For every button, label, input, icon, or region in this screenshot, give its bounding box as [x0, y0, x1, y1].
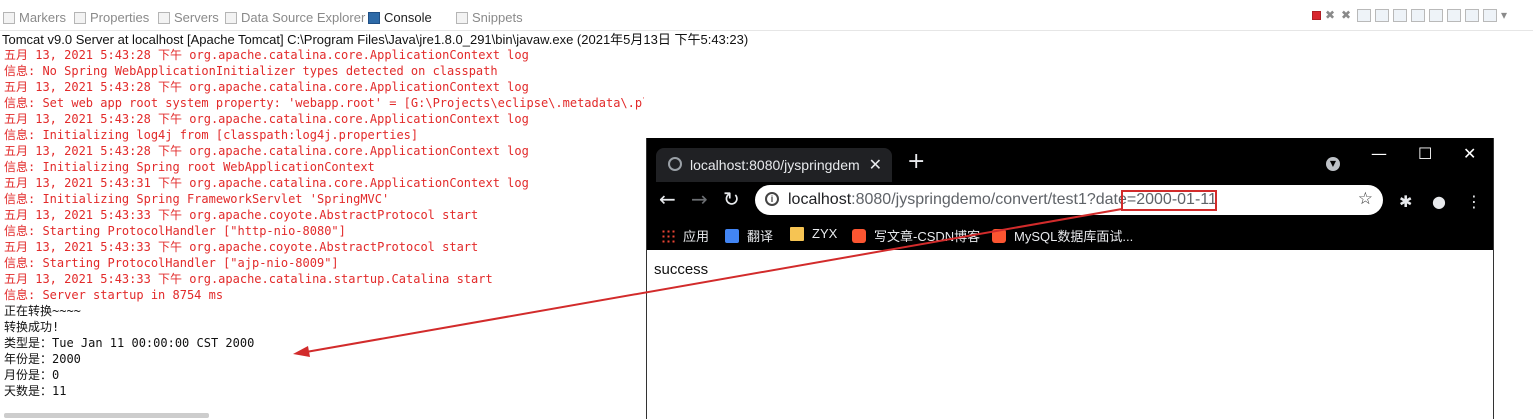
tab-markers[interactable]: Markers — [3, 9, 66, 26]
bookmark-label: 写文章-CSDN博客 — [874, 229, 981, 244]
console-line: 信息: Server startup in 8754 ms — [4, 288, 224, 302]
console-line: 信息: No Spring WebApplicationInitializer … — [4, 64, 498, 78]
console-line: 五月 13, 2021 5:43:28 下午 org.apache.catali… — [4, 144, 529, 158]
browser-chrome: localhost:8080/jyspringdemo/c ✕ + ▼ — ☐ … — [647, 138, 1493, 250]
scroll-lock-icon[interactable] — [1375, 9, 1389, 22]
url-host: localhost — [788, 191, 852, 208]
forward-icon[interactable]: → — [691, 189, 708, 209]
word-wrap-icon[interactable] — [1393, 9, 1407, 22]
site-info-icon[interactable]: i — [765, 192, 779, 206]
minimize-icon[interactable]: — — [1371, 144, 1387, 163]
csdn-icon — [992, 228, 1006, 243]
translate-icon — [725, 228, 739, 243]
servers-icon — [158, 11, 170, 24]
date-highlight-box — [1121, 190, 1217, 211]
console-line: 五月 13, 2021 5:43:28 下午 org.apache.catali… — [4, 80, 529, 94]
console-line: 转换成功! — [4, 320, 60, 334]
console-line: 五月 13, 2021 5:43:31 下午 org.apache.catali… — [4, 176, 529, 190]
tab-label: Console — [384, 10, 432, 25]
view-tab-bar: Markers Properties Servers Data Source E… — [0, 0, 1533, 31]
snippets-icon — [456, 11, 468, 24]
back-icon[interactable]: ← — [659, 189, 676, 209]
clear-console-icon[interactable] — [1357, 9, 1371, 22]
tab-label: Data Source Explorer — [241, 10, 366, 25]
terminate-icon[interactable] — [1312, 11, 1321, 20]
profile-icon[interactable]: ● — [1432, 192, 1446, 211]
console-line: 五月 13, 2021 5:43:28 下午 org.apache.catali… — [4, 48, 529, 62]
bookmarks-bar: 应用 翻译 ZYX 写文章-CSDN博客 MySQL数据库面试... — [647, 218, 1493, 250]
tab-label: Markers — [19, 10, 66, 25]
tab-label: Snippets — [472, 10, 523, 25]
console-line: 信息: Starting ProtocolHandler ["ajp-nio-8… — [4, 256, 339, 270]
console-line: 信息: Starting ProtocolHandler ["http-nio-… — [4, 224, 346, 238]
console-line: 信息: Initializing log4j from [classpath:l… — [4, 128, 419, 142]
remove-all-icon[interactable]: ✖ — [1341, 9, 1353, 22]
display-console-icon[interactable] — [1465, 9, 1479, 22]
open-console-icon[interactable] — [1483, 9, 1497, 22]
globe-icon — [668, 157, 682, 171]
data-source-icon — [225, 11, 237, 24]
browser-window: localhost:8080/jyspringdemo/c ✕ + ▼ — ☐ … — [646, 138, 1494, 419]
show-on-stdout-icon[interactable] — [1411, 9, 1425, 22]
tab-search-icon[interactable]: ▼ — [1326, 157, 1340, 171]
console-line: 月份是：0 — [4, 368, 60, 382]
response-text: success — [654, 261, 709, 278]
console-line: 类型是：Tue Jan 11 00:00:00 CST 2000 — [4, 336, 255, 350]
tab-data-source-explorer[interactable]: Data Source Explorer — [225, 9, 365, 26]
console-line: 正在转换~~~~ — [4, 304, 81, 318]
tab-snippets[interactable]: Snippets — [456, 9, 523, 26]
view-menu-icon[interactable]: ▾ — [1501, 9, 1513, 22]
tab-properties[interactable]: Properties — [74, 9, 149, 26]
tab-servers[interactable]: Servers — [158, 9, 219, 26]
tab-console[interactable]: Console — [368, 9, 432, 26]
browser-tab-title: localhost:8080/jyspringdemo/c — [690, 157, 860, 173]
console-output[interactable]: 五月 13, 2021 5:43:28 下午 org.apache.catali… — [4, 47, 644, 399]
bookmark-zyx[interactable]: ZYX — [790, 226, 837, 241]
close-window-icon[interactable]: ✕ — [1463, 144, 1476, 163]
markers-icon — [3, 11, 15, 24]
horizontal-scrollbar[interactable] — [4, 413, 209, 418]
pin-console-icon[interactable] — [1447, 9, 1461, 22]
bookmark-label: 应用 — [683, 229, 710, 244]
remove-launch-icon[interactable]: ✖ — [1325, 9, 1337, 22]
menu-icon[interactable]: ⋮ — [1466, 192, 1482, 211]
close-tab-icon[interactable]: ✕ — [869, 155, 882, 175]
new-tab-icon[interactable]: + — [907, 151, 925, 173]
bookmark-label: ZYX — [812, 226, 838, 241]
console-icon — [368, 11, 380, 24]
maximize-icon[interactable]: ☐ — [1418, 144, 1432, 163]
properties-icon — [74, 11, 86, 24]
bookmark-apps[interactable]: 应用 — [661, 226, 709, 245]
extensions-icon[interactable]: ✱ — [1399, 192, 1412, 211]
browser-toolbar: ← → ↻ i localhost:8080/jyspringdemo/conv… — [647, 182, 1493, 218]
folder-icon — [790, 226, 804, 241]
console-line: 信息: Set web app root system property: 'w… — [4, 96, 644, 110]
console-line: 信息: Initializing Spring root WebApplicat… — [4, 160, 375, 174]
bookmark-label: MySQL数据库面试... — [1014, 229, 1134, 244]
console-line: 五月 13, 2021 5:43:28 下午 org.apache.catali… — [4, 112, 529, 126]
reload-icon[interactable]: ↻ — [723, 189, 740, 209]
console-line: 年份是：2000 — [4, 352, 81, 366]
csdn-icon — [852, 228, 866, 243]
page-content: success — [647, 250, 1493, 419]
bookmark-star-icon[interactable]: ☆ — [1358, 189, 1373, 209]
address-bar[interactable]: i localhost:8080/jyspringdemo/convert/te… — [755, 185, 1383, 215]
console-line: 五月 13, 2021 5:43:33 下午 org.apache.catali… — [4, 272, 493, 286]
console-toolbar: ✖ ✖ ▾ — [1312, 9, 1513, 22]
show-on-stderr-icon[interactable] — [1429, 9, 1443, 22]
bookmark-mysql[interactable]: MySQL数据库面试... — [992, 226, 1133, 245]
bookmark-csdn-write[interactable]: 写文章-CSDN博客 — [852, 226, 980, 245]
bookmark-label: 翻译 — [747, 229, 774, 244]
console-server-title: Tomcat v9.0 Server at localhost [Apache … — [2, 32, 749, 47]
console-line: 信息: Initializing Spring FrameworkServlet… — [4, 192, 390, 206]
url-path: :8080/jyspringdemo/convert/test1?date= — [851, 191, 1137, 208]
browser-tab[interactable]: localhost:8080/jyspringdemo/c ✕ — [656, 148, 892, 182]
tab-label: Properties — [90, 10, 150, 25]
apps-icon — [661, 228, 675, 243]
console-line: 五月 13, 2021 5:43:33 下午 org.apache.coyote… — [4, 240, 479, 254]
tab-label: Servers — [174, 10, 219, 25]
console-line: 天数是：11 — [4, 384, 67, 398]
bookmark-translate[interactable]: 翻译 — [725, 226, 773, 245]
console-line: 五月 13, 2021 5:43:33 下午 org.apache.coyote… — [4, 208, 479, 222]
